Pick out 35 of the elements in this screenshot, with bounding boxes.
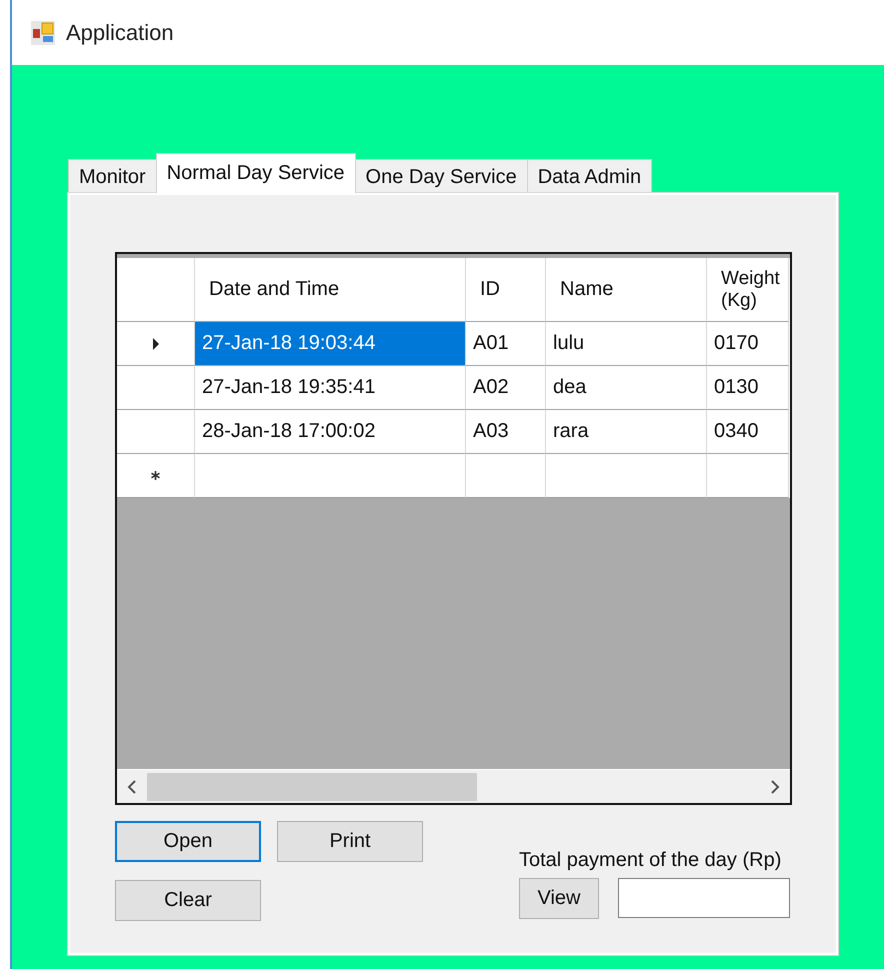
table-cell[interactable]: dea	[546, 366, 707, 410]
table-cell[interactable]: A03	[466, 410, 546, 454]
action-button[interactable]: Print	[277, 821, 423, 862]
payment-field[interactable]	[618, 878, 790, 918]
table-cell[interactable]: A01	[466, 322, 546, 366]
table-cell[interactable]: rara	[546, 410, 707, 454]
tab[interactable]: Data Admin	[526, 159, 652, 193]
payment-label: Total payment of the day (Rp)	[519, 849, 782, 872]
row-header[interactable]	[117, 322, 195, 366]
column-header[interactable]: ID	[466, 258, 546, 322]
view-button[interactable]: View	[519, 878, 599, 919]
column-header[interactable]: Weight (Kg)	[707, 258, 789, 322]
column-header[interactable]: Name	[546, 258, 707, 322]
column-header[interactable]: Date and Time	[195, 258, 466, 322]
tab[interactable]: Monitor	[68, 159, 157, 193]
table-cell[interactable]: 0340	[707, 410, 789, 454]
table-cell[interactable]: 0130	[707, 366, 789, 410]
row-header[interactable]	[117, 410, 195, 454]
app-icon	[30, 20, 56, 46]
table-cell[interactable]: A02	[466, 366, 546, 410]
current-row-icon	[152, 338, 160, 350]
row-header[interactable]	[117, 454, 195, 498]
table-cell[interactable]: 28-Jan-18 17:00:02	[195, 410, 466, 454]
action-button[interactable]: Clear	[115, 880, 261, 921]
table-cell[interactable]: 27-Jan-18 19:35:41	[195, 366, 466, 410]
horizontal-scrollbar[interactable]	[117, 769, 790, 803]
table-cell[interactable]: 27-Jan-18 19:03:44	[195, 322, 466, 366]
row-header[interactable]	[117, 366, 195, 410]
tab[interactable]: Normal Day Service	[156, 153, 356, 193]
table-cell[interactable]: 0170	[707, 322, 789, 366]
window-title: Application	[66, 20, 174, 46]
action-button[interactable]: Open	[115, 821, 261, 862]
table-cell[interactable]: lulu	[546, 322, 707, 366]
tab[interactable]: One Day Service	[354, 159, 528, 193]
new-row-icon	[151, 471, 160, 480]
